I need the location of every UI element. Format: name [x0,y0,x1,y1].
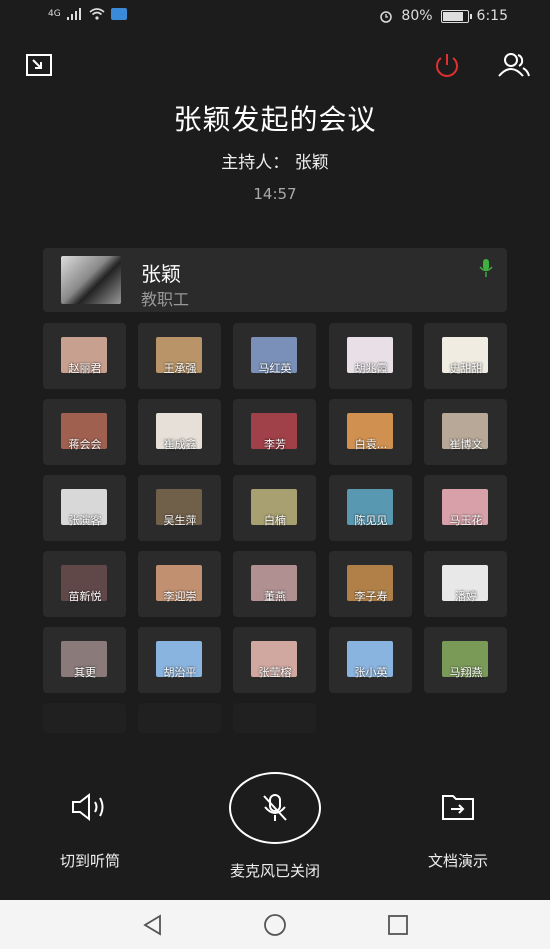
participant-tile[interactable]: 白楠 [233,475,316,541]
document-share-icon [442,795,474,820]
participant-tile[interactable]: 崔博文 [424,399,507,465]
mic-circle[interactable] [229,772,321,844]
home-icon[interactable] [262,914,288,936]
participant-tile[interactable]: 其更 [43,627,126,693]
participant-tile[interactable]: 王承强 [138,323,221,389]
participant-name: 李迎崇 [163,590,197,603]
speaker-toggle-button[interactable]: 切到听筒 [40,792,140,871]
participant-tile[interactable]: 马红英 [233,323,316,389]
status-left: 4G [48,8,127,20]
participant-tile[interactable]: 张莹榕 [233,627,316,693]
status-bar: 4G 80% 6:15 [0,0,550,32]
speaker-label: 切到听筒 [59,852,120,870]
participant-name: 吴生萍 [163,514,197,527]
participant-name: 李子寿 [354,590,388,603]
participant-tile[interactable]: 马翔燕 [424,627,507,693]
participant-name: 苗新悦 [68,590,102,603]
participant-tile[interactable]: 胡兆霞 [329,323,412,389]
participant-tile-partial [138,703,221,733]
participant-tile[interactable]: 张演客 [43,475,126,541]
participant-tile[interactable]: 白袁... [329,399,412,465]
participant-tile[interactable]: 李芳 [233,399,316,465]
top-toolbar [0,50,550,80]
signal-icon [66,8,81,20]
participant-tile[interactable]: 史甜甜 [424,323,507,389]
participant-tile[interactable]: 崔成鑫 [138,399,221,465]
participant-name: 赵丽君 [68,362,102,375]
participant-tile[interactable]: 董燕 [233,551,316,617]
participant-name: 张演客 [68,514,102,527]
participant-tile-partial [233,703,316,733]
participant-tile[interactable]: 胡治平 [138,627,221,693]
participant-name: 马玉花 [449,514,483,527]
end-meeting-power-icon[interactable] [433,52,461,78]
participant-tile[interactable]: 潘婷 [424,551,507,617]
meeting-duration: 14:57 [253,185,297,203]
participants-icon[interactable] [497,52,531,78]
meeting-title: 张颖发起的会议 [173,103,377,136]
participant-name: 马红英 [258,362,292,375]
wifi-icon [89,8,105,20]
participant-tile[interactable]: 苗新悦 [43,551,126,617]
host-avatar [61,256,121,304]
app-notification-icon [110,8,127,20]
back-icon[interactable] [142,914,164,936]
participant-name: 崔博文 [449,438,483,451]
network-type: 4G [48,9,61,19]
battery-percent: 80% [401,8,433,24]
status-right: 80% 6:15 [379,8,508,24]
mic-label: 麦克风已关闭 [229,862,320,880]
host-label: 主持人： 张颖 [221,153,329,173]
clock: 6:15 [476,8,508,24]
participant-name: 王承强 [163,362,197,375]
participant-name: 白袁... [354,438,388,451]
system-navigation-bar [0,900,550,949]
speaker-icon [72,792,104,822]
participant-tile[interactable]: 李子寿 [329,551,412,617]
participant-name: 蒋会会 [68,438,102,451]
host-role: 教职工 [141,290,190,309]
microphone-active-icon [479,259,493,277]
participant-name: 李芳 [264,438,286,451]
participant-name: 张小英 [354,666,388,679]
participant-name: 崔成鑫 [163,438,197,451]
battery-icon [440,9,472,23]
microphone-muted-icon [263,794,287,821]
share-document-button[interactable]: 文档演示 [408,792,508,871]
recent-apps-icon[interactable] [387,915,409,935]
participant-name: 胡治平 [163,666,197,679]
participant-tile[interactable]: 赵丽君 [43,323,126,389]
participant-tile[interactable]: 陈见见 [329,475,412,541]
participant-tile[interactable]: 张小英 [329,627,412,693]
participant-name: 白楠 [264,514,286,527]
participant-tile-partial [43,703,126,733]
host-card[interactable]: 张颖 教职工 [43,248,507,312]
participant-name: 张莹榕 [258,666,292,679]
host-name: 张颖 [141,262,181,286]
participant-name: 马翔燕 [449,666,483,679]
mic-toggle-button[interactable]: 麦克风已关闭 [215,772,335,881]
participant-name: 潘婷 [455,590,477,603]
participant-tile[interactable]: 蒋会会 [43,399,126,465]
participant-name: 董燕 [264,590,286,603]
minimize-window-icon[interactable] [26,54,52,76]
participant-name: 胡兆霞 [354,362,388,375]
participant-name: 史甜甜 [449,362,483,375]
participant-name: 陈见见 [354,514,388,527]
alarm-icon [380,11,393,23]
participant-tile[interactable]: 李迎崇 [138,551,221,617]
participant-name: 其更 [74,666,96,679]
share-label: 文档演示 [427,852,488,870]
participant-tile[interactable]: 吴生萍 [138,475,221,541]
participant-tile[interactable]: 马玉花 [424,475,507,541]
meeting-controls: 切到听筒 麦克风已关闭 文档演示 [0,770,550,890]
